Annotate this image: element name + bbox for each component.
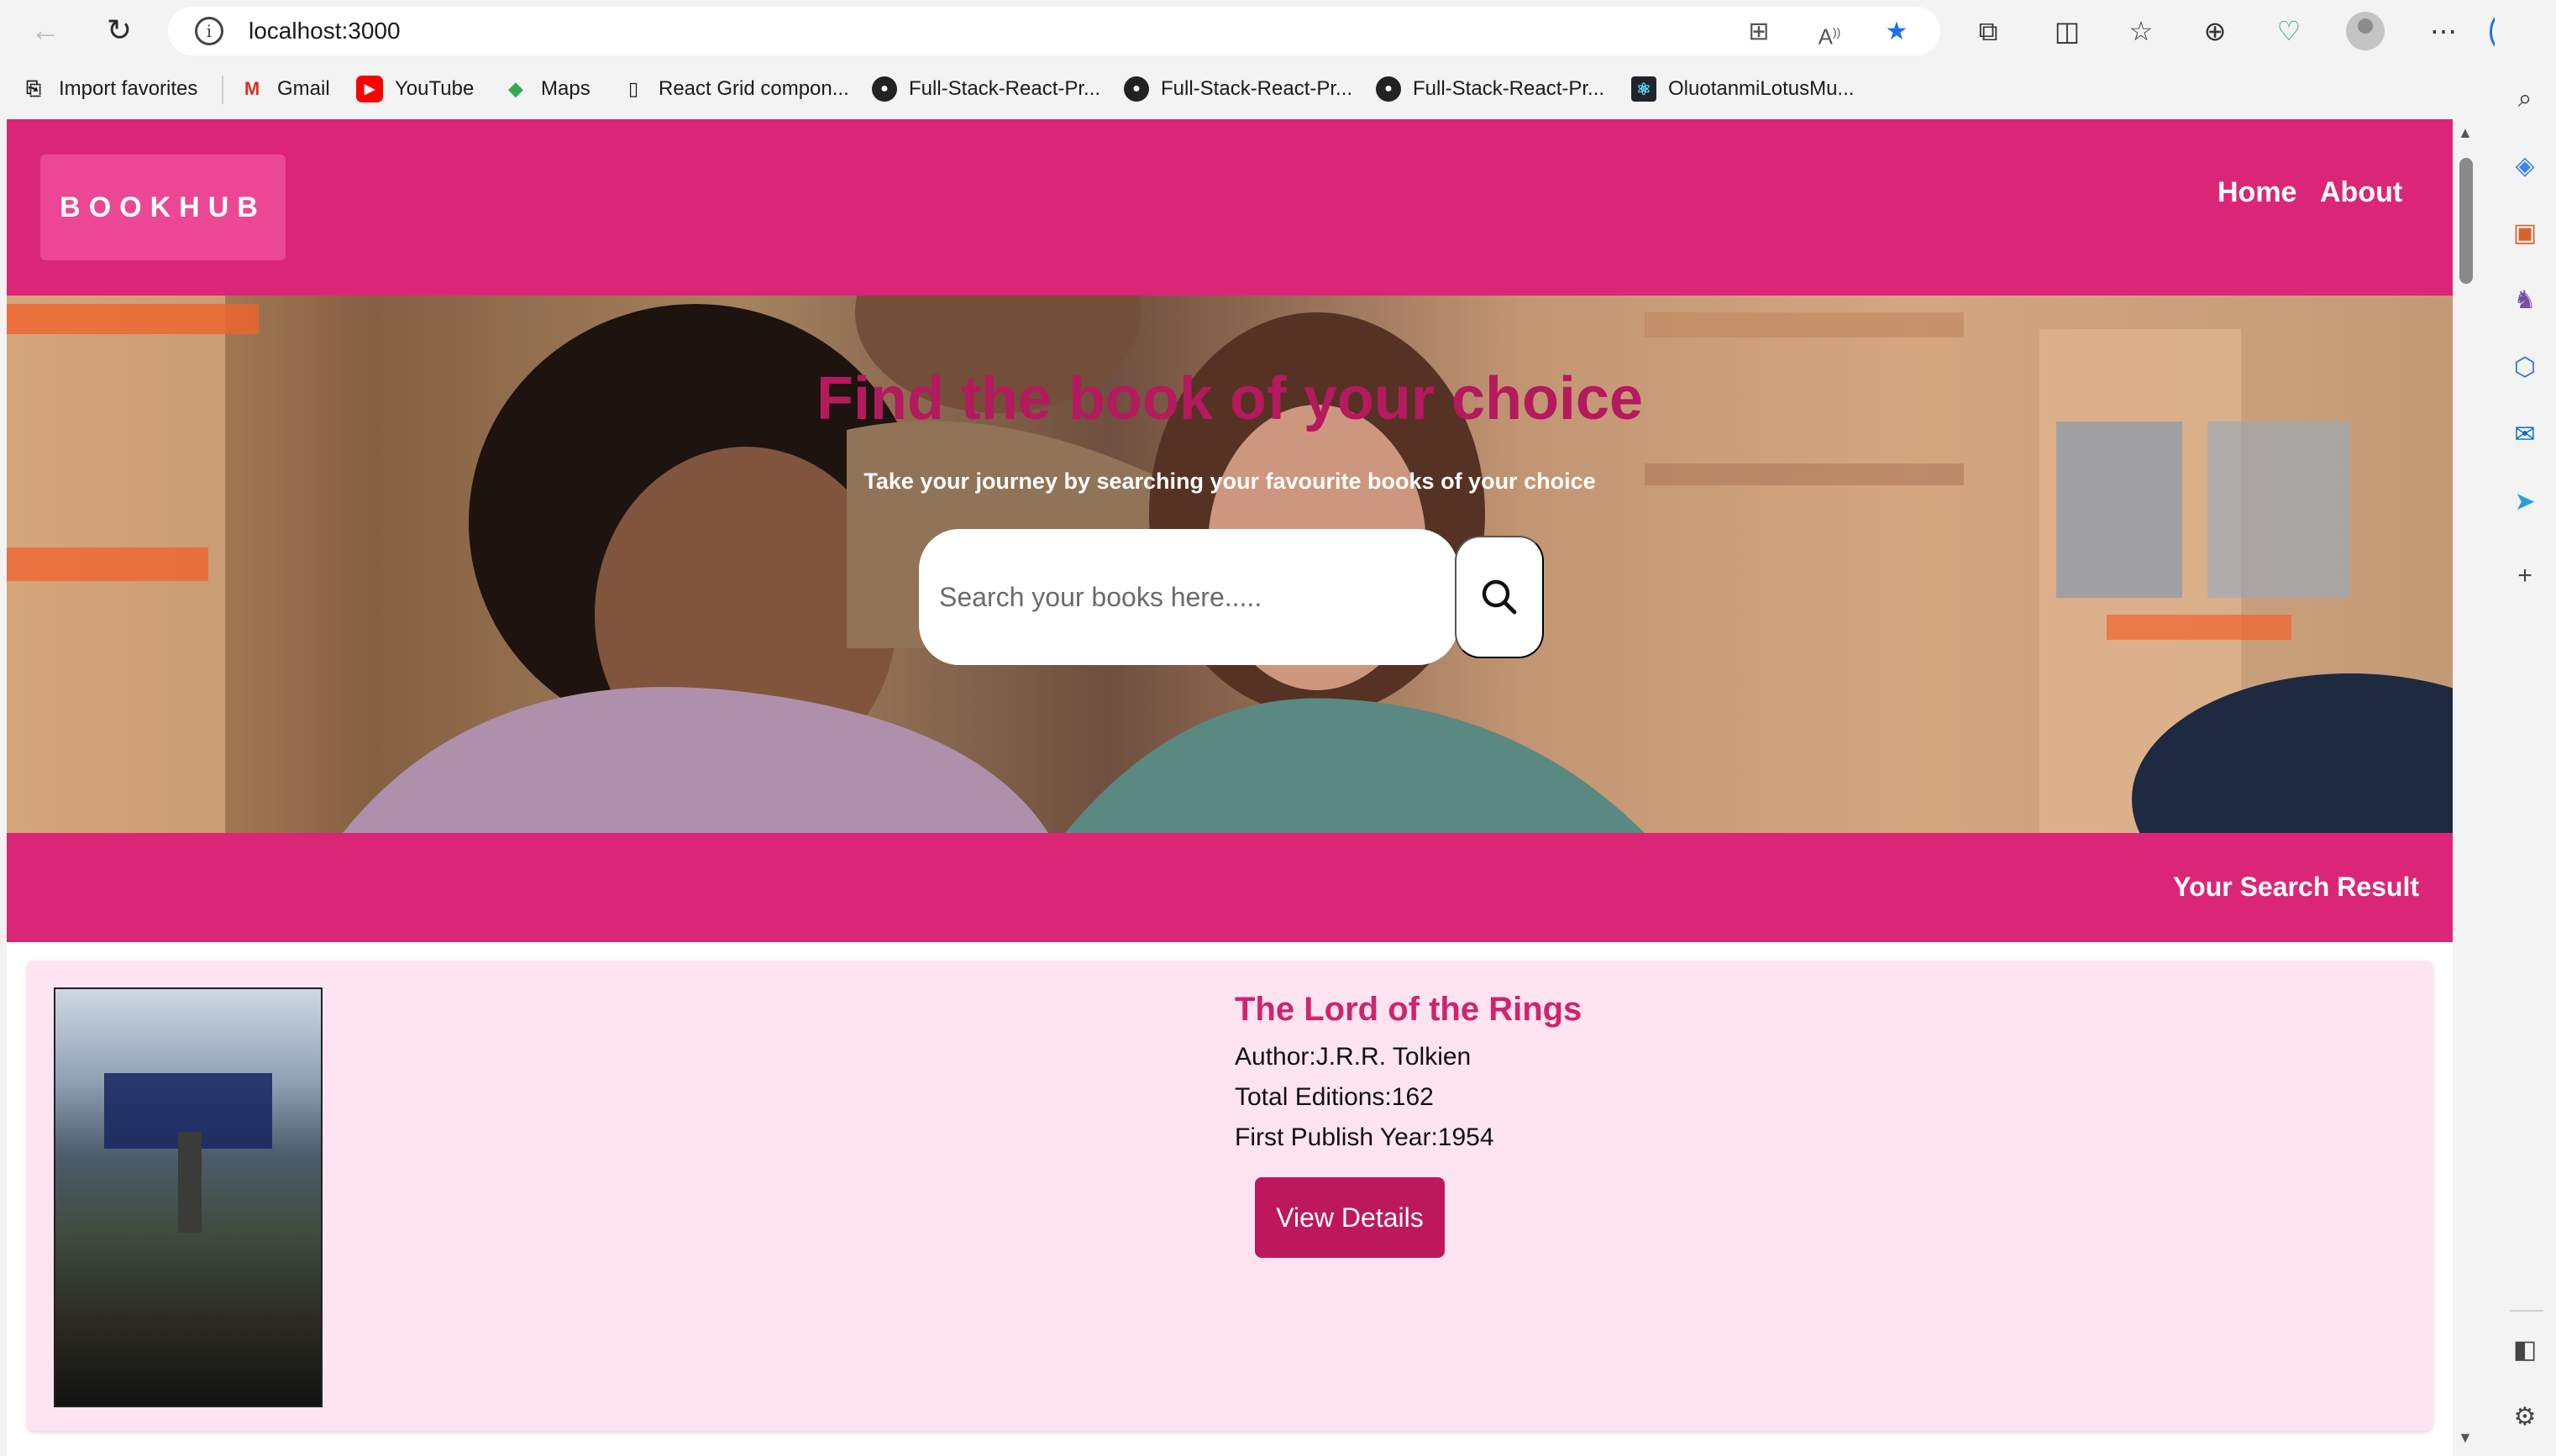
bookmark-react-grid[interactable]: ▯ React Grid compon... [620,74,849,104]
bookmark-label: Import favorites [59,77,198,100]
sidebar-shopping-icon[interactable]: ◈ [2506,148,2543,185]
search-result-header: Your Search Result [7,833,2453,942]
bookmark-label: OluotanmiLotusMu... [1668,77,1855,100]
maps-icon: ◆ [508,78,523,99]
favorites-icon[interactable]: ☆ [2123,13,2159,49]
book-first-publish-year: First Publish Year:1954 [1235,1123,1494,1151]
sidebar-settings-icon[interactable]: ⚙ [2506,1399,2543,1436]
sidebar-add-icon[interactable]: + [2506,558,2543,594]
github-icon: ● [872,76,897,102]
browser-window: ← ↻ i localhost:3000 ⊞ A)) ★ ⧉ ◫ ☆ ⊕ ♡ ⋯… [0,0,2556,1456]
bookmark-label: Full-Stack-React-Pr... [1413,77,1605,100]
sidebar-divider [2510,1310,2543,1312]
search-result-heading: Your Search Result [2173,872,2419,902]
browser-essentials-icon[interactable]: ♡ [2271,13,2307,49]
sidebar-games-icon[interactable]: ♞ [2506,282,2543,319]
book-cover-image[interactable] [54,987,323,1407]
book-editions: Total Editions:162 [1235,1083,1434,1111]
bookmark-label: React Grid compon... [659,77,849,100]
bookmark-label: Maps [541,77,590,100]
react-icon: ⚛ [1631,76,1656,102]
app-available-icon[interactable]: ⊞ [1744,17,1774,47]
hero-subtitle: Take your journey by searching your favo… [863,469,1596,494]
bookmark-maps[interactable]: ◆ Maps [502,74,590,104]
bookmark-import-favorites[interactable]: ⎘ Import favorites [20,74,197,104]
browser-toolbar: ← ↻ i localhost:3000 ⊞ A)) ★ ⧉ ◫ ☆ ⊕ ♡ ⋯ [0,0,2495,60]
bookmark-youtube[interactable]: ▶ YouTube [356,74,474,104]
back-icon[interactable]: ← [25,10,66,50]
bookmark-label: Full-Stack-React-Pr... [1161,77,1353,100]
address-bar[interactable]: i localhost:3000 ⊞ A)) ★ [168,7,1940,55]
import-icon: ⎘ [26,78,41,99]
youtube-icon: ▶ [356,76,383,102]
scroll-up-icon[interactable]: ▲ [2458,124,2473,142]
hero-title: Find the book of your choice [816,365,1644,432]
sidebar-microsoft365-icon[interactable]: ⬡ [2506,349,2543,386]
sidebar-drop-icon[interactable]: ➤ [2506,484,2543,521]
book-author: Author:J.R.R. Tolkien [1235,1043,1472,1071]
profile-avatar[interactable] [2346,12,2385,50]
bookmark-gmail[interactable]: M Gmail [239,74,330,104]
bookmark-label: YouTube [395,77,475,100]
gmail-icon: M [244,78,260,99]
bookmark-fullstack-2[interactable]: ● Full-Stack-React-Pr... [1124,74,1352,104]
sidebar-search-icon[interactable]: ⌕ [2506,81,2543,118]
nav-home-link[interactable]: Home [2217,176,2296,209]
scroll-thumb[interactable] [2459,158,2473,284]
site-header: BOOKHUB Home About [7,119,2453,296]
split-screen-icon[interactable]: ◫ [2050,13,2085,49]
search-button[interactable] [1455,536,1544,658]
collections-icon[interactable]: ⊕ [2197,13,2233,49]
bookmark-label: Full-Stack-React-Pr... [909,77,1101,100]
search-icon [1482,579,1517,615]
bookmark-oluotanmi[interactable]: ⚛ OluotanmiLotusMu... [1631,74,1854,104]
site-info-icon[interactable]: i [195,17,223,45]
sidebar-tools-icon[interactable]: ▣ [2506,215,2543,252]
page-scrollbar[interactable]: ▲ ▼ [2454,119,2488,1456]
cover-tower [178,1132,202,1233]
view-details-button[interactable]: View Details [1255,1177,1445,1258]
bookmark-label: Gmail [277,77,330,100]
book-title[interactable]: The Lord of the Rings [1235,991,1582,1029]
book-card: The Lord of the Rings Author:J.R.R. Tolk… [27,961,2433,1431]
bookmarks-bar: ⎘ Import favorites M Gmail ▶ YouTube ◆ M… [0,65,2495,113]
bookmark-fullstack-3[interactable]: ● Full-Stack-React-Pr... [1376,74,1604,104]
page-icon: ▯ [627,78,639,99]
site-logo[interactable]: BOOKHUB [40,155,286,260]
refresh-icon[interactable]: ↻ [99,10,139,50]
github-icon: ● [1124,76,1149,102]
nav-about-link[interactable]: About [2320,176,2402,209]
search-input[interactable] [919,529,1458,665]
hero-banner: Find the book of your choice Take your j… [7,296,2453,833]
url-text[interactable]: localhost:3000 [249,18,401,45]
sidebar-outlook-icon[interactable]: ✉ [2506,416,2543,453]
scroll-down-icon[interactable]: ▼ [2458,1429,2473,1447]
page-viewport: BOOKHUB Home About Find the book of your… [7,119,2453,1456]
read-aloud-icon[interactable]: A)) [1814,17,1845,50]
extensions-icon[interactable]: ⧉ [1971,13,2006,49]
github-icon: ● [1376,76,1401,102]
bookmarks-divider [222,76,223,104]
bookmark-fullstack-1[interactable]: ● Full-Stack-React-Pr... [872,74,1100,104]
favorite-star-icon[interactable]: ★ [1882,17,1912,47]
sidebar-hide-icon[interactable]: ◧ [2506,1332,2543,1369]
edge-sidebar: ⌕ ◈ ▣ ♞ ⬡ ✉ ➤ + ◧ ⚙ [2495,0,2556,1456]
more-menu-icon[interactable]: ⋯ [2426,13,2461,49]
